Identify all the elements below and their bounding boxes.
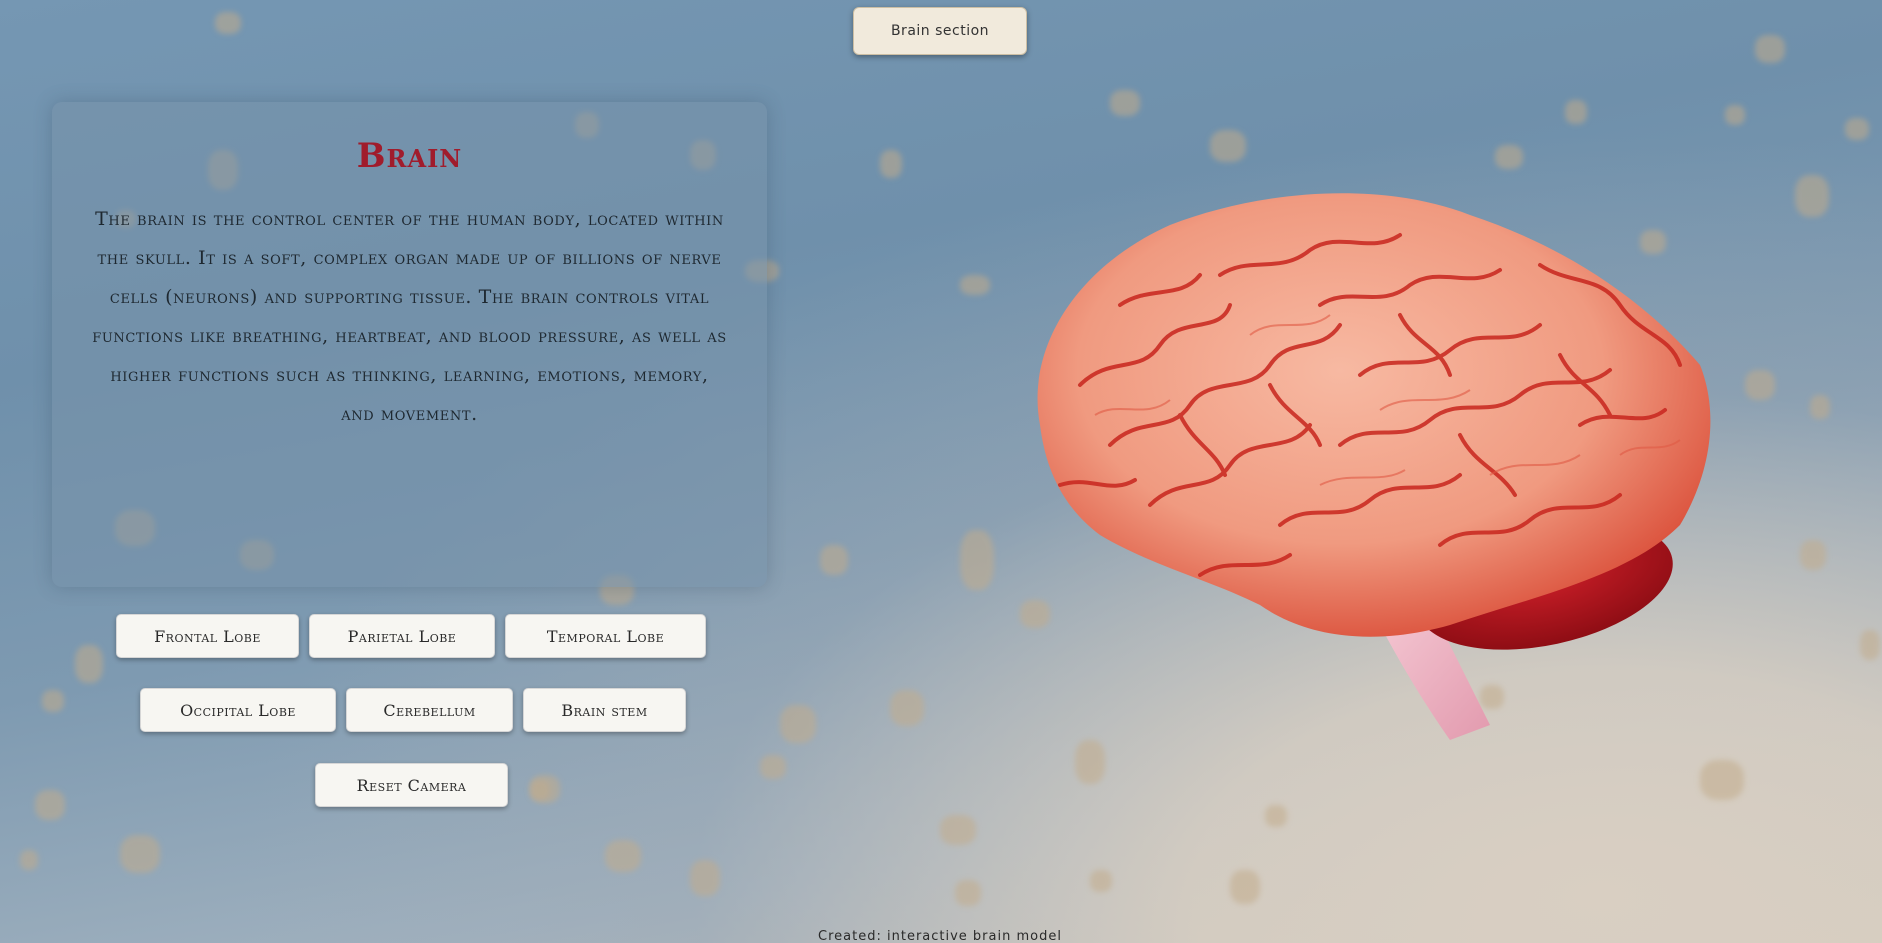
lobe-button-row-1: Frontal Lobe Parietal Lobe Temporal Lobe bbox=[116, 614, 706, 658]
panel-description: The brain is the control center of the h… bbox=[92, 208, 727, 425]
footer-credit: Created: interactive brain model bbox=[818, 929, 1062, 943]
brain-section-button[interactable]: Brain section bbox=[853, 7, 1027, 55]
frontal-lobe-button[interactable]: Frontal Lobe bbox=[116, 614, 299, 658]
lobe-button-row-2: Occipital Lobe Cerebellum Brain stem bbox=[140, 688, 686, 732]
cerebellum-button[interactable]: Cerebellum bbox=[346, 688, 513, 732]
panel-title: Brain bbox=[356, 136, 463, 176]
brain-icon bbox=[1037, 193, 1711, 740]
parietal-lobe-button[interactable]: Parietal Lobe bbox=[309, 614, 495, 658]
temporal-lobe-button[interactable]: Temporal Lobe bbox=[505, 614, 706, 658]
brain-stem-button[interactable]: Brain stem bbox=[523, 688, 686, 732]
occipital-lobe-button[interactable]: Occipital Lobe bbox=[140, 688, 336, 732]
reset-camera-button[interactable]: Reset Camera bbox=[315, 763, 508, 807]
info-panel: Brain The brain is the control center of… bbox=[52, 102, 767, 587]
brain-3d-model[interactable] bbox=[1020, 185, 1720, 760]
camera-button-row: Reset Camera bbox=[315, 763, 508, 807]
